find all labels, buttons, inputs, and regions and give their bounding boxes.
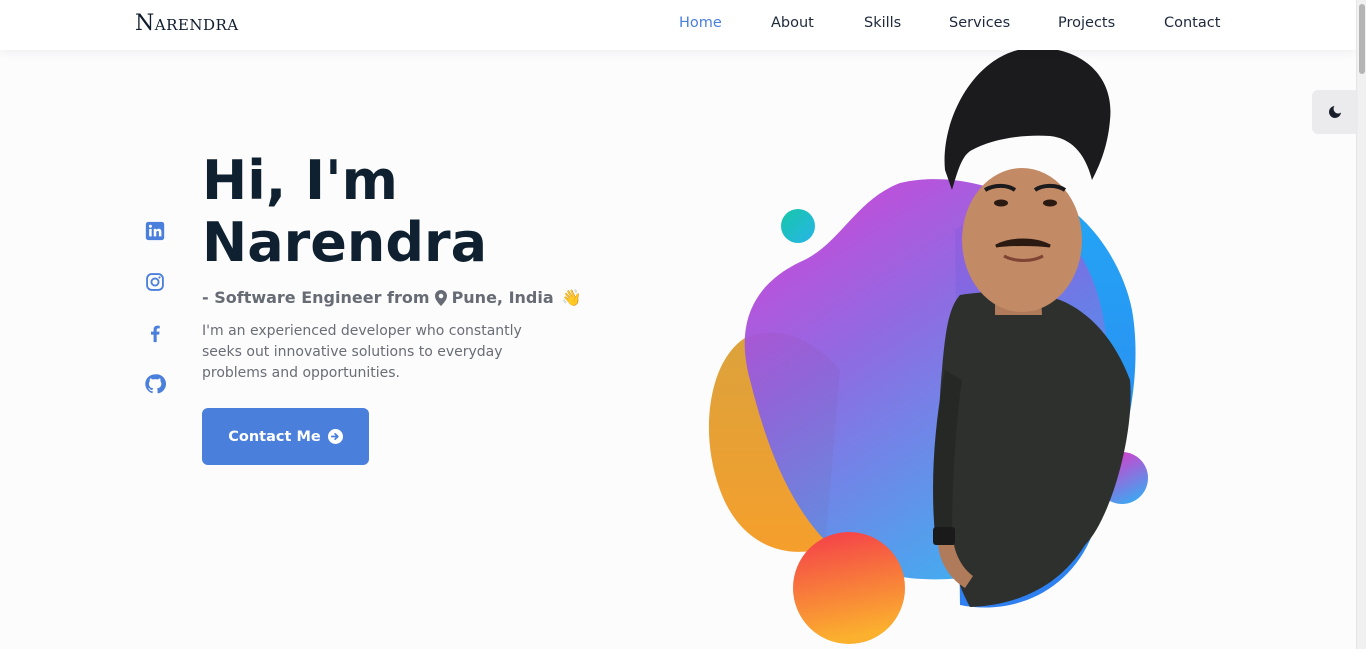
hero-name: Narendra	[202, 211, 488, 274]
site-header: Narendra Home About Skills Services Proj…	[0, 0, 1356, 50]
hero-subtitle: - Software Engineer from Pune, India 👋	[202, 288, 582, 307]
wave-emoji-icon: 👋	[561, 288, 582, 307]
teal-bubble	[781, 209, 815, 243]
github-icon	[145, 374, 166, 394]
linkedin-link[interactable]	[144, 220, 166, 242]
nav-home[interactable]: Home	[679, 15, 722, 31]
location-pin-icon	[434, 289, 447, 306]
facebook-icon	[151, 325, 160, 343]
nav-skills[interactable]: Skills	[864, 15, 901, 31]
github-link[interactable]	[144, 373, 166, 395]
linkedin-icon	[145, 221, 165, 241]
hero-description: I'm an experienced developer who constan…	[202, 323, 522, 381]
hero-heading: Hi, I'm Narendra	[202, 150, 682, 274]
main-nav: Home About Skills Services Projects Cont…	[0, 0, 1356, 50]
hero-greeting-line1: Hi, I'm	[202, 149, 398, 212]
moon-icon	[1329, 106, 1341, 118]
red-orange-bubble	[793, 532, 905, 644]
scrollbar-thumb[interactable]	[1359, 4, 1365, 74]
facebook-link[interactable]	[144, 322, 166, 344]
contact-me-label: Contact Me	[228, 428, 321, 445]
instagram-link[interactable]	[144, 271, 166, 293]
nav-about[interactable]: About	[771, 15, 814, 31]
nav-contact[interactable]: Contact	[1164, 15, 1220, 31]
hero-image	[708, 47, 1148, 644]
theme-toggle-button[interactable]	[1312, 90, 1358, 134]
instagram-icon	[146, 273, 164, 291]
hero-role: - Software Engineer from	[202, 288, 430, 307]
arrow-circle-right-icon	[327, 429, 343, 444]
nav-services[interactable]: Services	[949, 15, 1010, 31]
nav-projects[interactable]: Projects	[1058, 15, 1115, 31]
contact-me-button[interactable]: Contact Me	[202, 408, 369, 465]
hero-location: Pune, India	[451, 288, 554, 307]
